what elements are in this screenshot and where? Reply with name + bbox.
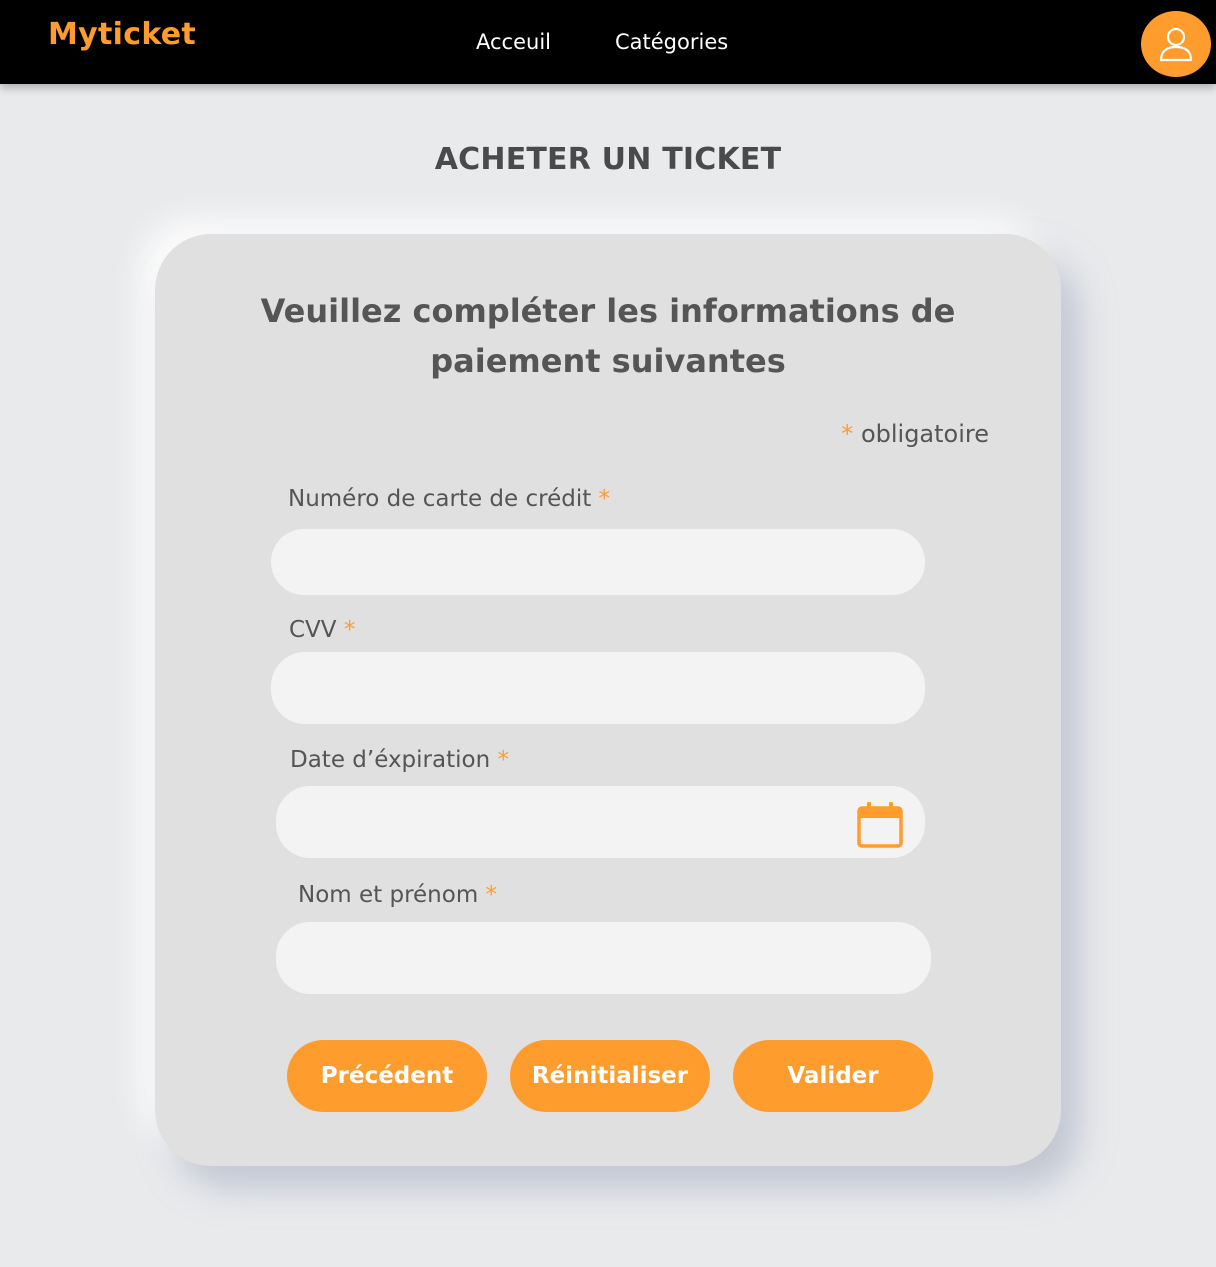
cvv-input[interactable] <box>271 652 925 724</box>
required-star: * <box>497 747 509 773</box>
full-name-label: Nom et prénom * <box>298 882 497 908</box>
required-legend: * obligatoire <box>841 420 989 448</box>
form-heading-line-2: paiement suivantes <box>430 342 786 380</box>
full-name-input[interactable] <box>276 922 931 994</box>
calendar-icon[interactable] <box>857 801 903 849</box>
form-heading-line-1: Veuillez compléter les informations de <box>260 292 956 330</box>
previous-button[interactable]: Précédent <box>287 1040 487 1112</box>
required-star: * <box>841 420 854 448</box>
card-number-label: Numéro de carte de crédit * <box>288 486 610 512</box>
required-star: * <box>485 882 498 908</box>
user-icon <box>1159 27 1193 62</box>
card-number-input[interactable] <box>271 529 925 595</box>
cvv-label: CVV * <box>289 617 355 643</box>
expiration-date-label-text: Date d’éxpiration <box>290 747 491 773</box>
card-number-label-text: Numéro de carte de crédit <box>288 486 592 512</box>
page-title: ACHETER UN TICKET <box>434 142 782 177</box>
required-star: * <box>598 486 611 512</box>
top-navbar: Myticket Acceuil Catégories <box>0 0 1216 84</box>
reset-button[interactable]: Réinitialiser <box>510 1040 710 1112</box>
expiration-date-label: Date d’éxpiration * <box>290 747 509 773</box>
nav-link-categories[interactable]: Catégories <box>615 30 728 54</box>
expiration-date-input[interactable] <box>276 786 925 858</box>
nav-link-home[interactable]: Acceuil <box>476 30 551 54</box>
form-heading: Veuillez compléter les informations de p… <box>155 286 1061 386</box>
required-star: * <box>343 617 356 643</box>
required-legend-text: obligatoire <box>860 420 989 448</box>
submit-button[interactable]: Valider <box>733 1040 933 1112</box>
payment-form-card: Veuillez compléter les informations de p… <box>155 234 1061 1166</box>
cvv-label-text: CVV <box>289 617 337 643</box>
brand-logo[interactable]: Myticket <box>48 17 196 52</box>
full-name-label-text: Nom et prénom <box>298 882 479 908</box>
user-avatar-button[interactable] <box>1141 11 1211 77</box>
